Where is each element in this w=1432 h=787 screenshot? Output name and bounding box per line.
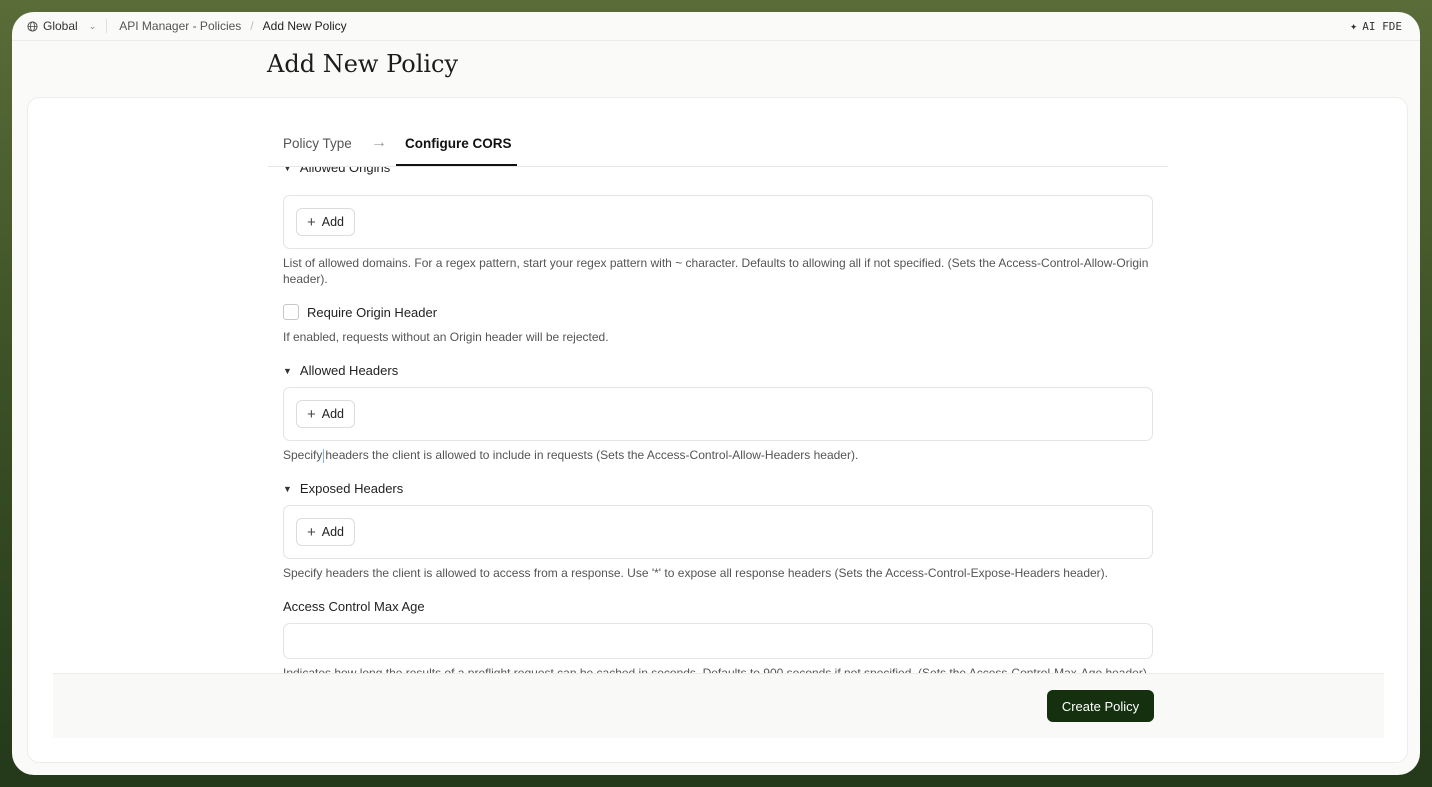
page-title: Add New Policy <box>267 50 459 78</box>
allowed-origins-help: List of allowed domains. For a regex pat… <box>283 256 1149 286</box>
section-exposed-headers[interactable]: ▼ Exposed Headers <box>283 481 403 496</box>
plus-icon: + <box>307 405 316 423</box>
triangle-down-icon: ▼ <box>283 365 292 376</box>
create-policy-button[interactable]: Create Policy <box>1047 690 1154 722</box>
add-label: Add <box>321 525 345 539</box>
section-allowed-headers[interactable]: ▼ Allowed Headers <box>283 363 398 378</box>
ai-button[interactable]: ✦ AI FDE <box>1350 19 1402 33</box>
workspace-switcher[interactable]: Global ⌄ <box>27 12 96 40</box>
max-age-help: Indicates how long the results of a pref… <box>283 666 1151 673</box>
chevron-down-icon: ⌄ <box>88 20 97 31</box>
help-text-rest: headers the client is allowed to include… <box>325 448 859 462</box>
arrow-right-icon: → <box>371 134 387 151</box>
form-footer: Create Policy <box>53 673 1384 738</box>
checkbox[interactable] <box>283 304 299 320</box>
add-header-button[interactable]: + Add <box>296 400 356 428</box>
plus-icon: + <box>307 213 316 231</box>
form-scroll-area[interactable]: ▼ Allowed Origins + Add List of allowed … <box>283 167 1163 673</box>
exposed-headers-help: Specify headers the client is allowed to… <box>283 566 1108 580</box>
sparkle-icon: ✦ <box>1350 19 1358 33</box>
allowed-origins-list: + Add <box>283 195 1153 249</box>
ai-label: AI FDE <box>1362 19 1402 33</box>
max-age-label: Access Control Max Age <box>283 599 425 614</box>
add-origin-button[interactable]: + Add <box>296 208 356 236</box>
require-origin-help: If enabled, requests without an Origin h… <box>283 330 609 344</box>
exposed-headers-list: + Add <box>283 505 1153 559</box>
breadcrumb-separator: / <box>250 19 254 33</box>
active-tab-indicator <box>396 164 517 166</box>
app-window: Global ⌄ API Manager - Policies / Add Ne… <box>12 12 1420 775</box>
section-label: Allowed Headers <box>299 363 399 378</box>
triangle-down-icon: ▼ <box>283 167 292 173</box>
add-exposed-header-button[interactable]: + Add <box>296 518 356 546</box>
workspace-name: Global <box>43 19 78 33</box>
add-label: Add <box>321 215 345 229</box>
stepper-tabs: Policy Type → Configure CORS <box>268 98 1168 167</box>
add-label: Add <box>321 407 345 421</box>
tab-policy-type[interactable]: Policy Type <box>283 136 352 151</box>
help-text-start: Specify <box>283 448 323 462</box>
section-label: Exposed Headers <box>299 481 404 496</box>
triangle-down-icon: ▼ <box>283 483 292 494</box>
breadcrumb-current: Add New Policy <box>262 19 347 33</box>
divider <box>106 19 108 33</box>
allowed-headers-help: Specify headers the client is allowed to … <box>283 447 1153 463</box>
max-age-input[interactable] <box>283 623 1153 659</box>
breadcrumb-link[interactable]: API Manager - Policies <box>119 19 241 33</box>
top-bar: Global ⌄ API Manager - Policies / Add Ne… <box>12 12 1420 41</box>
section-allowed-origins[interactable]: ▼ Allowed Origins <box>283 167 390 175</box>
form-card: Policy Type → Configure CORS ▼ Allowed O… <box>27 97 1408 763</box>
tab-configure-cors[interactable]: Configure CORS <box>405 136 512 151</box>
allowed-headers-list: + Add <box>283 387 1153 441</box>
section-label: Allowed Origins <box>299 167 391 175</box>
globe-icon <box>27 20 38 32</box>
plus-icon: + <box>307 523 316 541</box>
checkbox-label: Require Origin Header <box>307 304 438 320</box>
require-origin-checkbox[interactable]: Require Origin Header <box>283 304 437 320</box>
